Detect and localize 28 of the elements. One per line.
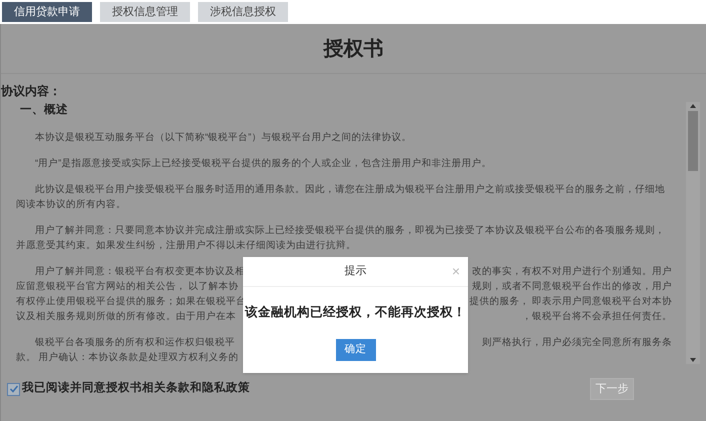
section-label: 协议内容：: [1, 83, 61, 100]
paragraph-fragment: 改的事实，有权不对用户进行个别通知。用户: [472, 265, 672, 280]
dialog-title: 提示: [344, 264, 366, 280]
tab[interactable]: 授权信息管理: [100, 2, 190, 22]
document-title: 授权书: [324, 36, 384, 62]
paragraph-fragment: 议及相关服务规则所做的所有修改。由于用户在本: [16, 310, 236, 324]
paragraph-fragment: 款。 用户确认：本协议条款是处理双方权利义务的: [16, 351, 239, 364]
paragraph: 此协议是银税平台用户接受银税平台服务时适用的通用条款。因此，请您在注册成为银税平台注册用户之前或接受银税平台的服务之前，仔细地阅读本协议的所有内容。: [16, 183, 666, 212]
scrollbar[interactable]: [686, 102, 700, 364]
tab[interactable]: 涉税信息授权: [198, 2, 288, 22]
tab[interactable]: 信用贷款申请: [2, 2, 92, 22]
checkbox[interactable]: [7, 382, 20, 396]
paragraph: “用户”是指愿意接受或实际上已经接受银税平台提供的服务的个人或企业，包含注册用户和非注册用户。: [34, 157, 492, 172]
agreement-label: 我已阅读并同意授权书相关条款和隐私政策: [22, 380, 250, 396]
paragraph: 用户了解并同意：只要同意本协议并完成注册或实际上已经接受银税平台提供的服务，即视为已接受了本协议及银税平台公布的各项服务规则，并愿意受其约束。如果发生纠纷，注册用户不得以未仔细阅读为由进行抗辩。: [16, 224, 666, 254]
paragraph-fragment: 银税平台各项服务的所有权和运作权归银税平: [34, 336, 235, 350]
scrollbar-thumb[interactable]: [688, 111, 698, 171]
paragraph-fragment: ，银税平台将不会承担任何责任。: [522, 310, 672, 324]
paragraph-fragment: 则严格执行，用户必须完全同意所有服务条: [482, 336, 672, 350]
scroll-down-icon[interactable]: [689, 356, 697, 364]
paragraph-fragment: 应留意银税平台官方网站的相关公告， 以了解本协: [16, 280, 239, 294]
paragraph: 本协议是银税互动服务平台（以下简称“银税平台”）与银税平台用户之间的法律协议。: [34, 131, 412, 146]
paragraph-fragment: 提供的服务， 即表示用户同意银税平台对本协: [469, 295, 672, 310]
section-heading: 一、概述: [19, 102, 68, 118]
dialog-message: 该金融机构已经授权，不能再次授权！: [244, 304, 467, 321]
paragraph-fragment: 规则，或者不同意银税平台作出的修改，用户: [472, 280, 672, 294]
confirm-button[interactable]: 确定: [336, 338, 376, 361]
check-icon: [8, 384, 18, 394]
